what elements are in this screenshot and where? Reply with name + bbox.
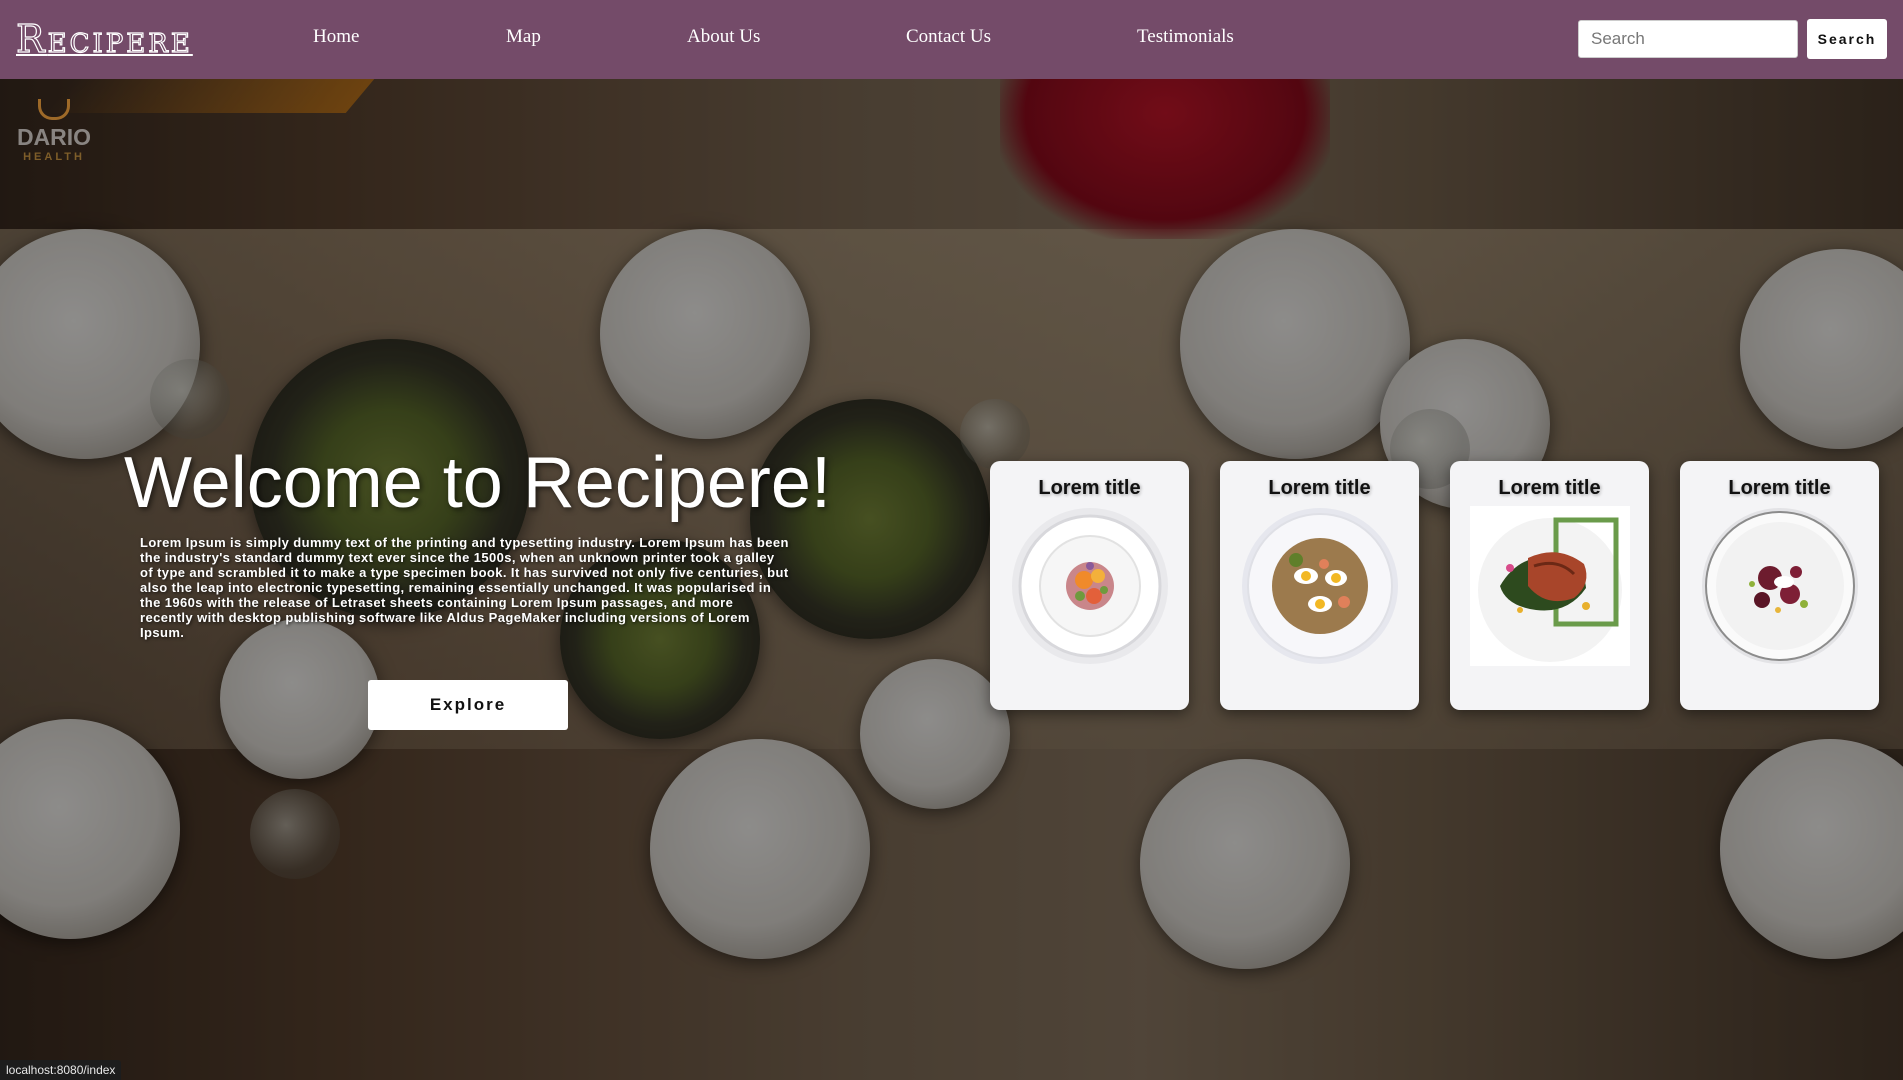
search-button[interactable]: Search (1807, 19, 1887, 59)
card-title: Lorem title (1498, 477, 1601, 499)
recipe-card[interactable]: Lorem title (990, 461, 1189, 710)
nav-link-contact-us[interactable]: Contact Us (906, 26, 991, 48)
egg-salad-icon (1242, 508, 1398, 664)
search-input[interactable] (1578, 20, 1798, 58)
card-title: Lorem title (1728, 477, 1831, 499)
plated-salad-icon (1012, 508, 1168, 664)
recipe-card[interactable]: Lorem title (1220, 461, 1419, 710)
explore-button[interactable]: Explore (368, 680, 568, 730)
brand-logo-name: DARIO (16, 124, 92, 150)
brand-logo-icon (38, 99, 70, 120)
hero-description: Lorem Ipsum is simply dummy text of the … (140, 535, 789, 640)
nav-link-map[interactable]: Map (506, 26, 541, 48)
recipe-card[interactable]: Lorem title (1450, 461, 1649, 710)
card-title: Lorem title (1038, 477, 1141, 499)
plated-salad-image (1010, 506, 1170, 666)
navbar: Recipere Home Map About Us Contact Us Te… (0, 0, 1903, 79)
background-brand-logo: DARIO HEALTH (14, 99, 94, 171)
hero-title: Welcome to Recipere! (124, 443, 831, 523)
nav-link-testimonials[interactable]: Testimonials (1137, 26, 1234, 48)
recipe-card[interactable]: Lorem title (1680, 461, 1879, 710)
card-title: Lorem title (1268, 477, 1371, 499)
status-bar-url: localhost:8080/index (0, 1060, 122, 1080)
beetroot-plate-icon (1702, 508, 1858, 664)
grilled-fish-image (1470, 506, 1630, 666)
grilled-fish-icon (1470, 506, 1630, 666)
egg-salad-image (1240, 506, 1400, 666)
brand-logo-sub: HEALTH (23, 151, 85, 163)
site-logo[interactable]: Recipere (15, 16, 193, 61)
beetroot-plate-image (1700, 506, 1860, 666)
nav-link-home[interactable]: Home (313, 26, 359, 48)
nav-link-about-us[interactable]: About Us (687, 26, 760, 48)
